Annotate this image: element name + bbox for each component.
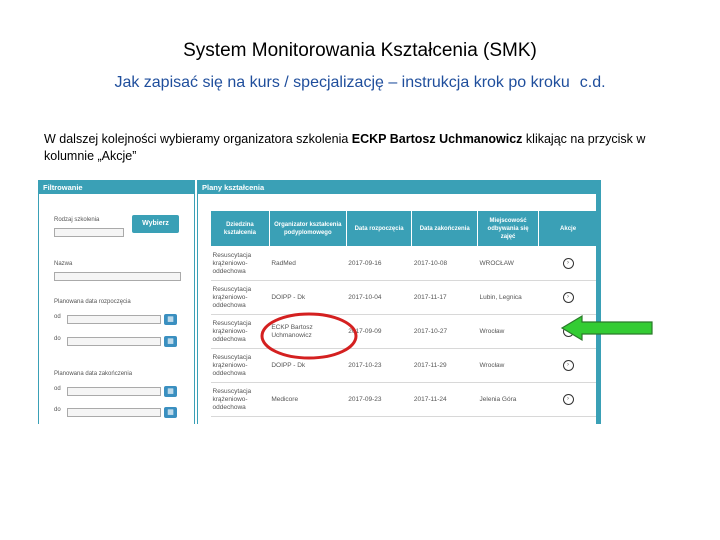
highlight-circle	[260, 312, 358, 360]
pointer-arrow-icon	[560, 314, 653, 342]
annotation-overlay	[260, 312, 653, 360]
